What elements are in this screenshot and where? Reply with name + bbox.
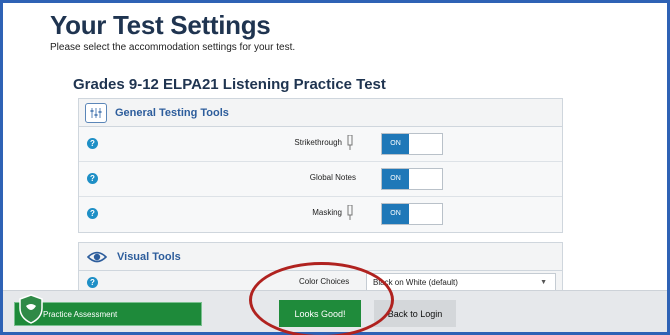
general-tools-title: General Testing Tools (115, 106, 229, 119)
toggle-on-label: ON (382, 169, 409, 189)
info-icon[interactable]: ? (87, 173, 98, 184)
eye-icon (85, 248, 109, 266)
info-icon[interactable]: ? (87, 138, 98, 149)
toggle-on-label: ON (382, 134, 409, 154)
strikethrough-toggle[interactable]: ON (381, 133, 443, 155)
setting-row-masking: ? Masking ON (79, 197, 562, 232)
practice-assessment-label: Practice Assessment (43, 309, 118, 319)
flag-icon (346, 135, 354, 150)
masking-toggle[interactable]: ON (381, 203, 443, 225)
setting-row-global-notes: ? Global Notes ON (79, 162, 562, 197)
global-notes-toggle[interactable]: ON (381, 168, 443, 190)
test-name: Grades 9-12 ELPA21 Listening Practice Te… (73, 76, 386, 93)
info-icon[interactable]: ? (87, 208, 98, 219)
page-subtitle: Please select the accommodation settings… (50, 42, 296, 53)
setting-label: Global Notes (309, 173, 356, 182)
flag-icon (346, 205, 354, 220)
info-icon[interactable]: ? (87, 277, 98, 288)
setting-row-strikethrough: ? Strikethrough ON (79, 127, 562, 162)
sliders-icon (85, 102, 107, 123)
general-tools-header: General Testing Tools (79, 99, 562, 127)
shield-icon (18, 294, 44, 324)
setting-label: Masking (312, 208, 342, 217)
page-title: Your Test Settings (50, 10, 271, 40)
highlight-annotation (249, 262, 394, 335)
general-tools-panel: General Testing Tools ? Strikethrough ON… (78, 98, 563, 233)
setting-label: Strikethrough (294, 138, 342, 147)
visual-tools-title: Visual Tools (117, 250, 181, 263)
toggle-on-label: ON (382, 204, 409, 224)
